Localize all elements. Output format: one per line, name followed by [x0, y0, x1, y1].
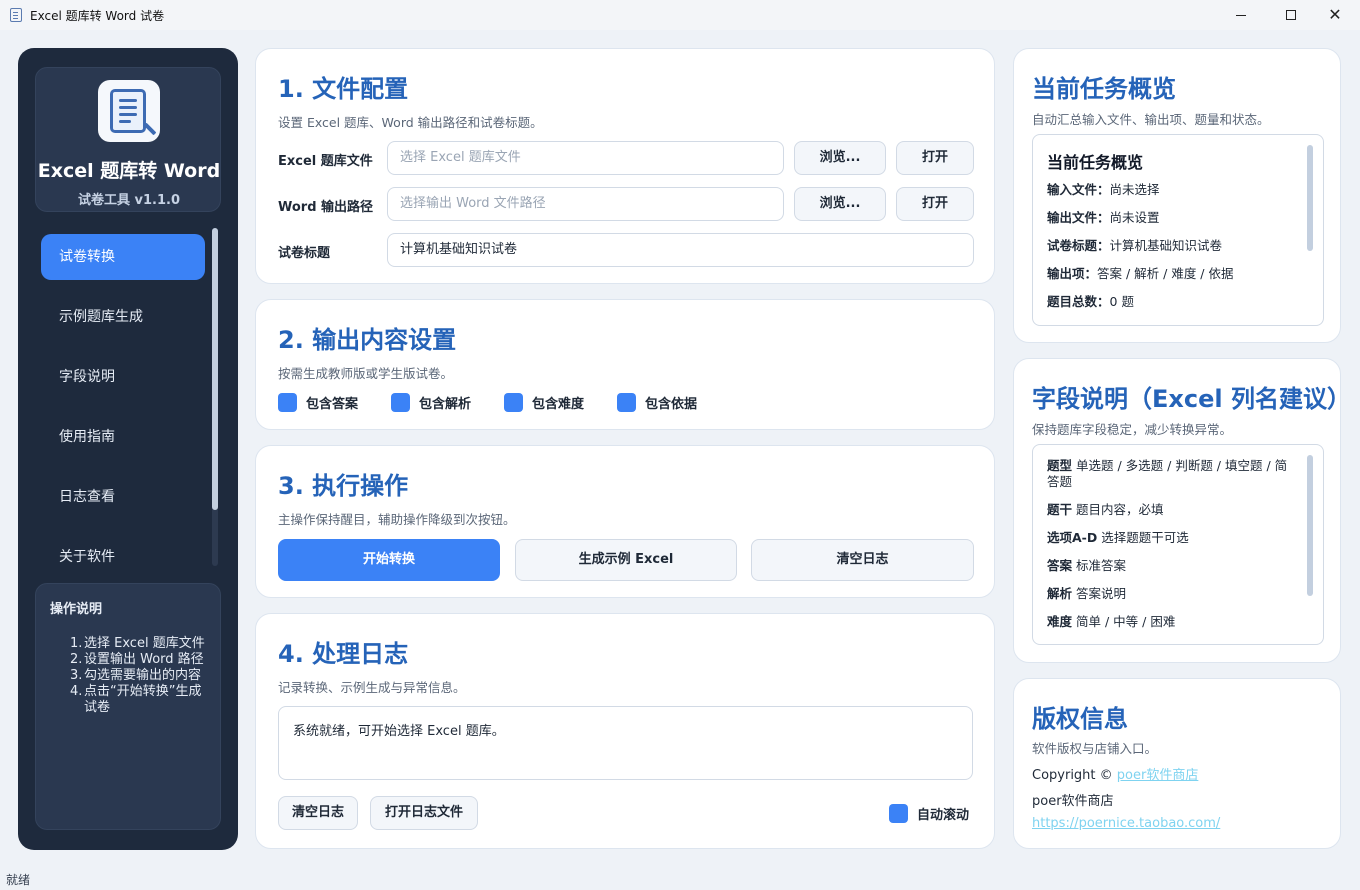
word-path-input[interactable]: 选择输出 Word 文件路径 — [387, 187, 784, 221]
sidebar-scrollbar[interactable] — [212, 228, 218, 566]
excel-file-input[interactable]: 选择 Excel 题库文件 — [387, 141, 784, 175]
file-config-desc: 设置 Excel 题库、Word 输出路径和试卷标题。 — [278, 115, 543, 130]
instruction-step: 2. 设置输出 Word 路径 — [70, 652, 204, 667]
close-button[interactable]: ✕ — [1312, 0, 1358, 30]
actions-desc: 主操作保持醒目，辅助操作降级到次按钮。 — [278, 512, 516, 527]
shop-name: poer软件商店 — [1032, 794, 1114, 809]
sidebar: Excel 题库转 Word 试卷工具 v1.1.0 试卷转换 示例题库生成 字… — [18, 48, 238, 850]
clear-log-button[interactable]: 清空日志 — [751, 539, 974, 581]
word-open-button[interactable]: 打开 — [896, 187, 974, 221]
file-config-card: 1. 文件配置 设置 Excel 题库、Word 输出路径和试卷标题。 Exce… — [255, 48, 995, 284]
actions-title: 3. 执行操作 — [278, 472, 409, 500]
title-bar: Excel 题库转 Word 试卷 ✕ — [0, 0, 1360, 30]
start-convert-button[interactable]: 开始转换 — [278, 539, 500, 581]
field-row: 答案 标准答案 — [1047, 558, 1127, 573]
output-settings-card: 2. 输出内容设置 按需生成教师版或学生版试卷。 包含答案 包含解析 包含难度 … — [255, 299, 995, 430]
instruction-step: 3. 勾选需要输出的内容 — [70, 668, 202, 683]
document-logo-icon — [98, 80, 160, 142]
overview-desc: 自动汇总输入文件、输出项、题量和状态。 — [1032, 112, 1270, 127]
actions-card: 3. 执行操作 主操作保持醒目，辅助操作降级到次按钮。 开始转换 生成示例 Ex… — [255, 445, 995, 598]
log-title: 4. 处理日志 — [278, 640, 409, 668]
fields-card: 字段说明（Excel 列名建议） 保持题库字段稳定，减少转换异常。 题型 单选题… — [1013, 358, 1351, 663]
brand-version: 试卷工具 v1.1.0 — [77, 193, 180, 208]
checkbox-checked-icon — [889, 804, 908, 823]
fields-title: 字段说明（Excel 列名建议） — [1032, 385, 1351, 413]
sidebar-nav: 试卷转换 示例题库生成 字段说明 使用指南 日志查看 关于软件 — [41, 234, 205, 594]
instructions-title: 操作说明 — [50, 602, 103, 617]
autoscroll-checkbox[interactable]: 自动滚动 — [889, 804, 969, 823]
shop-link[interactable]: poer软件商店 — [1117, 768, 1199, 783]
field-row: 题型 单选题 / 多选题 / 判断题 / 填空题 / 简答题 — [1047, 458, 1288, 489]
brand-name: Excel 题库转 Word — [37, 160, 221, 182]
shop-url-link[interactable]: https://poernice.taobao.com/ — [1032, 816, 1220, 831]
fields-scrollbar[interactable] — [1307, 455, 1313, 596]
brand-panel: Excel 题库转 Word 试卷工具 v1.1.0 — [35, 67, 221, 212]
overview-title: 当前任务概览 — [1032, 75, 1176, 103]
copyright-title: 版权信息 — [1032, 705, 1128, 733]
sidebar-item-fields[interactable]: 字段说明 — [41, 354, 205, 400]
excel-file-label: Excel 题库文件 — [278, 154, 373, 169]
app-icon — [10, 8, 22, 22]
instructions-list: 1. 选择 Excel 题库文件 2. 设置输出 Word 路径 3. 勾选需要输出的… — [70, 636, 210, 716]
overview-box[interactable]: 当前任务概览 输入文件：尚未选择 输出文件：尚未设置 试卷标题：计算机基础知识试… — [1032, 134, 1324, 326]
generate-sample-button[interactable]: 生成示例 Excel — [515, 539, 737, 581]
sidebar-item-logs[interactable]: 日志查看 — [41, 474, 205, 520]
instructions-panel: 操作说明 1. 选择 Excel 题库文件 2. 设置输出 Word 路径 3. 勾选… — [35, 583, 221, 830]
fields-desc: 保持题库字段稳定，减少转换异常。 — [1032, 422, 1233, 437]
maximize-icon — [1286, 10, 1296, 20]
maximize-button[interactable] — [1268, 0, 1314, 30]
field-row: 选项A-D 选择题题干可选 — [1047, 530, 1189, 545]
checkbox-checked-icon — [391, 393, 410, 412]
close-icon: ✕ — [1328, 5, 1342, 24]
fields-box[interactable]: 题型 单选题 / 多选题 / 判断题 / 填空题 / 简答题 题干 题目内容，必… — [1032, 444, 1324, 645]
overview-card: 当前任务概览 自动汇总输入文件、输出项、题量和状态。 当前任务概览 输入文件：尚… — [1013, 48, 1341, 343]
overview-row: 输出文件：尚未设置 — [1047, 210, 1160, 225]
copyright-line: Copyright © poer软件商店 — [1032, 768, 1199, 783]
log-textarea[interactable]: 系统就绪，可开始选择 Excel 题库。 — [278, 706, 973, 780]
sidebar-item-guide[interactable]: 使用指南 — [41, 414, 205, 460]
paper-title-label: 试卷标题 — [278, 246, 331, 261]
instruction-step: 1. 选择 Excel 题库文件 — [70, 636, 205, 651]
word-browse-button[interactable]: 浏览... — [794, 187, 886, 221]
overview-row: 输入文件：尚未选择 — [1047, 182, 1160, 197]
log-card: 4. 处理日志 记录转换、示例生成与异常信息。 系统就绪，可开始选择 Excel… — [255, 613, 995, 849]
output-settings-desc: 按需生成教师版或学生版试卷。 — [278, 366, 454, 381]
status-text: 就绪 — [6, 873, 31, 887]
word-path-label: Word 输出路径 — [278, 200, 374, 215]
sidebar-item-sample[interactable]: 示例题库生成 — [41, 294, 205, 340]
open-log-file-button[interactable]: 打开日志文件 — [370, 796, 478, 830]
window-title: Excel 题库转 Word 试卷 — [30, 8, 165, 23]
include-analysis-checkbox[interactable]: 包含解析 — [391, 393, 471, 412]
field-row: 难度 简单 / 中等 / 困难 — [1047, 614, 1176, 629]
excel-open-button[interactable]: 打开 — [896, 141, 974, 175]
paper-title-input[interactable]: 计算机基础知识试卷 — [387, 233, 974, 267]
output-settings-title: 2. 输出内容设置 — [278, 326, 457, 354]
copyright-card: 版权信息 软件版权与店铺入口。 Copyright © poer软件商店 poe… — [1013, 678, 1341, 849]
overview-row: 试卷标题：计算机基础知识试卷 — [1047, 238, 1223, 253]
include-difficulty-checkbox[interactable]: 包含难度 — [504, 393, 584, 412]
copyright-desc: 软件版权与店铺入口。 — [1032, 741, 1158, 756]
checkbox-checked-icon — [504, 393, 523, 412]
field-row: 题干 题目内容，必填 — [1047, 502, 1164, 517]
log-clear-button[interactable]: 清空日志 — [278, 796, 358, 830]
include-basis-checkbox[interactable]: 包含依据 — [617, 393, 697, 412]
scrollbar-thumb[interactable] — [212, 228, 218, 510]
overview-box-title: 当前任务概览 — [1047, 153, 1144, 172]
instruction-step: 4. 点击“开始转换”生成试卷 — [70, 684, 202, 715]
file-config-title: 1. 文件配置 — [278, 75, 409, 103]
include-answer-checkbox[interactable]: 包含答案 — [278, 393, 358, 412]
checkbox-checked-icon — [617, 393, 636, 412]
log-desc: 记录转换、示例生成与异常信息。 — [278, 680, 466, 695]
minimize-button[interactable] — [1218, 0, 1264, 30]
overview-scrollbar[interactable] — [1307, 145, 1313, 251]
field-row: 解析 答案说明 — [1047, 586, 1127, 601]
sidebar-item-convert[interactable]: 试卷转换 — [41, 234, 205, 280]
excel-browse-button[interactable]: 浏览... — [794, 141, 886, 175]
checkbox-checked-icon — [278, 393, 297, 412]
minimize-icon — [1236, 14, 1246, 16]
sidebar-item-about[interactable]: 关于软件 — [41, 534, 205, 580]
overview-row: 题目总数：0 题 — [1047, 294, 1134, 309]
overview-row: 输出项：答案 / 解析 / 难度 / 依据 — [1047, 266, 1234, 281]
